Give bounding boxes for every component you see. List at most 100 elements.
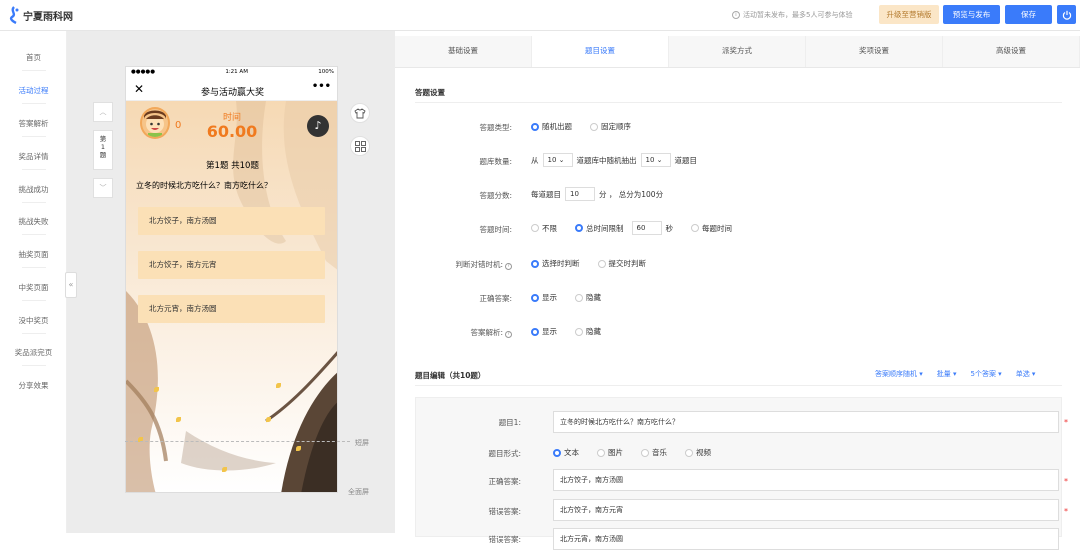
radio-form-video[interactable]: 视频 [685, 447, 711, 458]
correct-answer-field-label: 正确答案: [488, 477, 521, 486]
wrong-answer-input[interactable]: 北方饺子，南方元宵 [553, 499, 1059, 521]
sidebar-divider [22, 333, 46, 334]
radio-label: 隐藏 [586, 327, 601, 336]
radio-dot [531, 259, 539, 268]
question-title-input[interactable]: 立冬的时候北方吃什么？南方吃什么？ [553, 411, 1059, 433]
answer-type-label: 答题类型: [479, 123, 512, 132]
help-icon[interactable]: ? [505, 263, 512, 270]
logo[interactable]: 宁夏雨科网 [8, 6, 73, 24]
sidebar-item-answer-analysis[interactable]: 答案解析 [0, 118, 67, 129]
answer-option[interactable]: 北方饺子，南方元宵 [138, 251, 325, 279]
tab-basic-settings[interactable]: 基础设置 [395, 36, 532, 67]
status-time: 1:21 AM [225, 69, 248, 75]
radio-fixed-order[interactable]: 固定顺序 [590, 121, 631, 132]
sidebar-item-activity-process[interactable]: 活动过程 [0, 85, 67, 96]
sidebar-item-prize-out-page[interactable]: 奖品派完页 [0, 347, 67, 358]
short-screen-label: 短屏 [355, 439, 369, 447]
sidebar-item-share-effect[interactable]: 分享效果 [0, 380, 67, 391]
tab-advanced-settings[interactable]: 高级设置 [943, 36, 1080, 67]
player-score: 0 [175, 120, 182, 131]
score-suffix: 分 ， 总分为100分 [599, 189, 664, 199]
radio-dot [597, 448, 605, 457]
more-icon[interactable]: ••• [312, 81, 331, 92]
preview-publish-button[interactable]: 预览与发布 [943, 5, 1000, 24]
radio-label: 显示 [542, 327, 557, 336]
sidebar-item-win-page[interactable]: 中奖页面 [0, 282, 67, 293]
short-screen-guide [125, 441, 350, 442]
radio-dot [691, 224, 699, 232]
tab-award-settings[interactable]: 奖项设置 [806, 36, 943, 67]
judge-timing-options: 选择时判断 提交时判断 [531, 258, 660, 269]
radio-form-image[interactable]: 图片 [597, 447, 623, 458]
answer-count-dropdown[interactable]: 5个答案 ▾ [971, 369, 1002, 379]
radio-analysis-show[interactable]: 显示 [531, 326, 557, 337]
score-controls: 每道题目 10 分 ， 总分为100分 [531, 187, 663, 201]
save-button[interactable]: 保存 [1005, 5, 1052, 24]
count-mid-text: 道题库中随机抽出 [576, 155, 637, 165]
radio-dot [531, 224, 539, 232]
radio-label: 音乐 [652, 448, 667, 457]
answer-option[interactable]: 北方元宵，南方汤圆 [138, 295, 325, 323]
sidebar-item-challenge-fail[interactable]: 挑战失败 [0, 216, 67, 227]
qrcode-icon[interactable] [350, 136, 370, 156]
radio-label: 显示 [542, 293, 557, 302]
battery-indicator: 100% [318, 69, 334, 75]
shirt-glyph [354, 107, 366, 118]
answer-time-controls: 不限 总时间限制 60 秒 每题时间 [531, 221, 746, 235]
radio-form-music[interactable]: 音乐 [641, 447, 667, 458]
sidebar-divider [22, 136, 46, 137]
sidebar-item-no-win-page[interactable]: 没中奖页 [0, 315, 67, 326]
leaf-decoration [222, 467, 227, 472]
bank-pick-select[interactable]: 10 ⌄ [640, 153, 671, 167]
sidebar-item-lottery-page[interactable]: 抽奖页面 [0, 249, 67, 260]
required-mark: * [1064, 418, 1068, 427]
radio-form-text[interactable]: 文本 [553, 447, 579, 458]
sidebar-collapse-button[interactable]: « [65, 272, 77, 298]
radio-time-unlimited[interactable]: 不限 [531, 223, 557, 234]
phone-preview: ●●●●● 1:21 AM 100% ✕ 参与活动赢大奖 ••• 0 时间 60… [125, 66, 338, 493]
batch-dropdown[interactable]: 批量 ▾ [937, 369, 957, 379]
radio-label: 文本 [564, 448, 579, 457]
power-button[interactable] [1057, 5, 1076, 24]
music-icon[interactable]: ♪ [307, 115, 329, 137]
answer-option[interactable]: 北方饺子，南方汤圆 [138, 207, 325, 235]
sidebar-item-home[interactable]: 首页 [0, 52, 67, 63]
time-limit-input[interactable]: 60 [631, 221, 662, 235]
question-edit-box: 题目1: 立冬的时候北方吃什么？南方吃什么？ * 题目形式: 文本 图片 音乐 … [415, 397, 1068, 550]
prev-question-button[interactable]: ︿ [93, 102, 113, 122]
radio-time-total[interactable]: 总时间限制 [575, 223, 624, 234]
radio-correct-show[interactable]: 显示 [531, 292, 557, 303]
count-from-text: 从 [531, 155, 539, 165]
radio-time-each[interactable]: 每题时间 [691, 223, 732, 234]
tab-question-settings[interactable]: 题目设置 [532, 36, 669, 67]
radio-judge-on-submit[interactable]: 提交时判断 [597, 258, 646, 269]
answer-order-dropdown[interactable]: 答案顺序随机 ▾ [875, 369, 923, 379]
wrong-answer-input[interactable]: 北方元宵，南方汤圆 [553, 528, 1059, 550]
bank-total-select[interactable]: 10 ⌄ [542, 153, 573, 167]
wrong-answer-label: 错误答案: [488, 507, 521, 516]
sidebar-divider [22, 70, 46, 71]
sidebar-item-prize-detail[interactable]: 奖品详情 [0, 151, 67, 162]
phone-status-bar: ●●●●● 1:21 AM 100% [126, 67, 337, 79]
radio-random[interactable]: 随机出题 [531, 121, 572, 132]
upgrade-button[interactable]: 升级至营销版 [879, 5, 939, 24]
correct-answer-input[interactable]: 北方饺子，南方汤圆 [553, 469, 1059, 491]
full-screen-label: 全面屏 [348, 488, 369, 496]
shirt-icon[interactable] [350, 103, 370, 123]
help-icon[interactable]: ? [505, 331, 512, 338]
sidebar-divider [22, 300, 46, 301]
pagenav-prefix: 第 [99, 135, 107, 143]
tab-prize-delivery[interactable]: 派奖方式 [669, 36, 806, 67]
radio-judge-on-select[interactable]: 选择时判断 [531, 258, 580, 269]
next-question-button[interactable]: ﹀ [93, 178, 113, 198]
time-unit: 秒 [665, 223, 674, 233]
sidebar-item-challenge-success[interactable]: 挑战成功 [0, 184, 67, 195]
leaf-decoration [296, 446, 301, 451]
score-input[interactable]: 10 [565, 187, 595, 201]
answer-settings-title: 答题设置 [415, 88, 445, 97]
question-title-label: 题目1: [498, 418, 521, 427]
single-choice-dropdown[interactable]: 单选 ▾ [1016, 369, 1036, 379]
radio-correct-hide[interactable]: 隐藏 [575, 292, 601, 303]
radio-analysis-hide[interactable]: 隐藏 [575, 326, 601, 337]
select-value: 10 [547, 156, 557, 164]
